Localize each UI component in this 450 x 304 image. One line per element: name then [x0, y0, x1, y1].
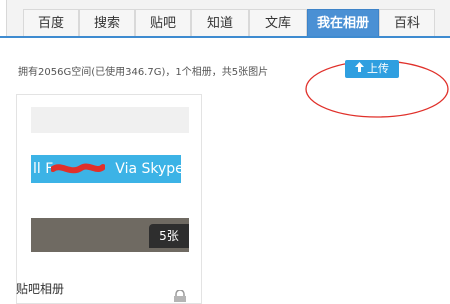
tab-wenku[interactable]: 文库	[249, 9, 307, 36]
storage-summary: 拥有2056G空间(已使用346.7G)，1个相册，共5张图片	[18, 67, 269, 78]
photo-count-badge: 5张	[149, 224, 189, 248]
tab-baidu[interactable]: 百度	[23, 9, 79, 36]
tab-search[interactable]: 搜索	[79, 9, 135, 36]
upload-arrow-icon	[355, 61, 364, 79]
upload-button-label: 上传	[367, 62, 389, 75]
red-scribble-redaction	[51, 163, 105, 174]
upload-button[interactable]: 上传	[345, 60, 399, 78]
cover-skype-banner: ll F Via Skype	[31, 155, 181, 183]
tab-my-album[interactable]: 我在相册	[307, 9, 379, 36]
album-name[interactable]: 贴吧相册	[16, 280, 64, 297]
top-nav: 百度 搜索 贴吧 知道 文库 我在相册 百科	[0, 0, 450, 38]
album-card[interactable]: ll F Via Skype 5张	[16, 94, 202, 304]
nav-left-edge	[0, 0, 7, 36]
tab-zhidao[interactable]: 知道	[191, 9, 249, 36]
tab-baike[interactable]: 百科	[379, 9, 435, 36]
lock-icon	[174, 290, 186, 302]
album-cover[interactable]: ll F Via Skype 5张	[31, 107, 189, 252]
cover-top-band	[31, 107, 189, 133]
tab-tieba[interactable]: 贴吧	[135, 9, 191, 36]
